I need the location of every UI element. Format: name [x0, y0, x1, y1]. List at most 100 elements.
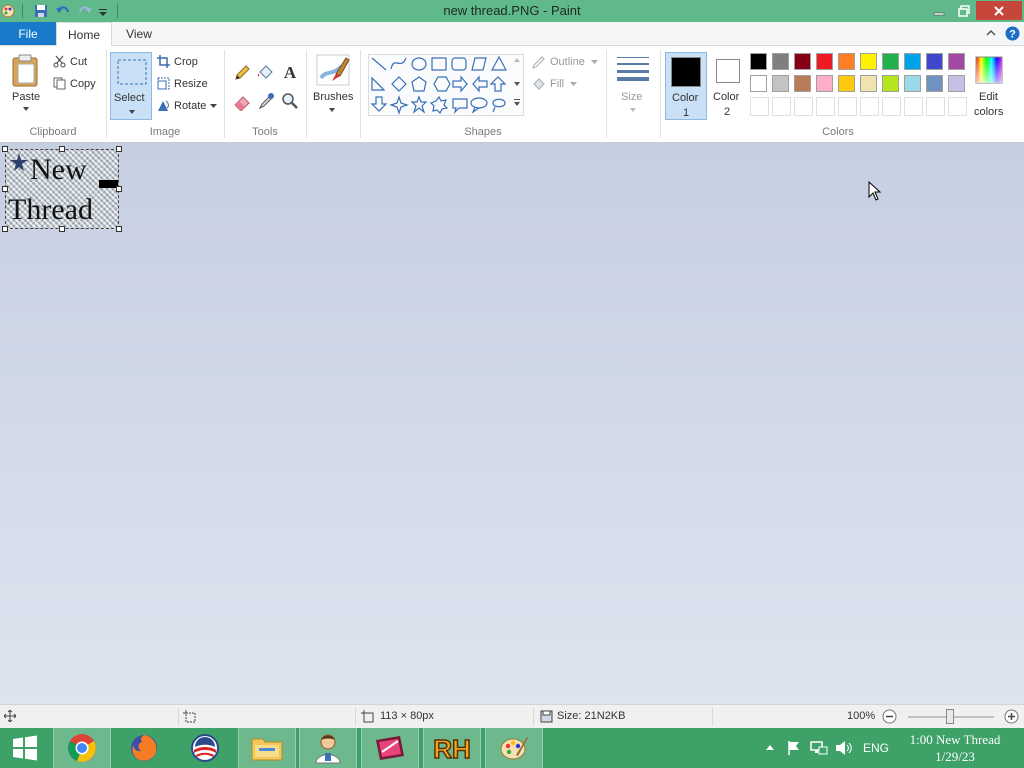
shapes-scroll-up-icon[interactable] [512, 56, 522, 64]
color-picker-icon[interactable] [258, 92, 276, 110]
color-swatch[interactable] [838, 53, 855, 70]
color-swatch[interactable] [860, 75, 877, 92]
eraser-icon[interactable] [233, 93, 251, 111]
custom-color-slot[interactable] [882, 97, 901, 116]
color-swatch[interactable] [750, 75, 767, 92]
color-swatch[interactable] [750, 53, 767, 70]
zoom-slider-thumb[interactable] [946, 709, 954, 724]
language-indicator[interactable]: ENG [863, 741, 889, 755]
color-swatch[interactable] [772, 53, 789, 70]
color-swatch[interactable] [772, 75, 789, 92]
rotate-icon[interactable] [157, 99, 170, 112]
tab-home[interactable]: Home [56, 22, 112, 46]
color-swatch[interactable] [882, 75, 899, 92]
copy-icon[interactable] [53, 77, 66, 90]
outline-icon[interactable] [531, 55, 546, 70]
select-button[interactable]: Select [110, 52, 152, 120]
paste-icon[interactable] [10, 54, 42, 88]
resize-handle[interactable] [116, 186, 122, 192]
obama-taskbar-icon[interactable] [176, 728, 234, 768]
custom-color-slot[interactable] [904, 97, 923, 116]
brushes-icon[interactable] [316, 54, 350, 86]
rotate-button[interactable]: Rotate [174, 100, 206, 112]
color-swatch[interactable] [948, 75, 965, 92]
user-app-taskbar-icon[interactable] [299, 728, 357, 768]
magnifier-icon[interactable] [281, 92, 299, 110]
close-button[interactable] [976, 1, 1022, 20]
outline-dropdown-icon[interactable] [591, 60, 598, 65]
action-center-flag-icon[interactable] [786, 740, 802, 756]
clock-date[interactable]: 1/29/23 [900, 749, 1010, 765]
color-swatch[interactable] [794, 75, 811, 92]
resize-handle[interactable] [116, 226, 122, 232]
resize-handle[interactable] [59, 226, 65, 232]
paste-dropdown-icon[interactable] [22, 106, 30, 112]
custom-color-slot[interactable] [794, 97, 813, 116]
brushes-button[interactable]: Brushes [313, 91, 353, 103]
color-swatch[interactable] [838, 75, 855, 92]
custom-color-slot[interactable] [860, 97, 879, 116]
resize-handle[interactable] [2, 186, 8, 192]
brushes-dropdown-icon[interactable] [328, 107, 336, 113]
tab-view[interactable]: View [116, 22, 162, 46]
edit-colors-label-b[interactable]: colors [974, 106, 1003, 118]
minimize-ribbon-icon[interactable] [985, 27, 997, 39]
custom-color-slot[interactable] [750, 97, 769, 116]
clock-time[interactable]: 1:00 New Thread [900, 732, 1010, 748]
size-icon[interactable] [616, 56, 650, 82]
cut-button[interactable]: Cut [70, 56, 87, 68]
resize-handle[interactable] [2, 226, 8, 232]
color-swatch[interactable] [904, 75, 921, 92]
shapes-scroll-down-icon[interactable] [512, 80, 522, 88]
zoom-in-icon[interactable] [1004, 709, 1019, 724]
custom-color-slot[interactable] [838, 97, 857, 116]
network-icon[interactable] [810, 740, 828, 756]
custom-color-slot[interactable] [772, 97, 791, 116]
tab-file[interactable]: File [0, 22, 56, 45]
crop-icon[interactable] [157, 55, 170, 68]
custom-color-slot[interactable] [926, 97, 945, 116]
fill-bucket-icon[interactable] [256, 64, 274, 82]
color-swatch[interactable] [948, 53, 965, 70]
fill-button[interactable]: Fill [550, 78, 564, 90]
shapes-more-icon[interactable] [512, 98, 522, 108]
zoom-out-icon[interactable] [882, 709, 897, 724]
color2-button[interactable]: Color 2 [707, 52, 749, 120]
paint-taskbar-icon[interactable] [485, 728, 543, 768]
start-button[interactable] [0, 728, 50, 768]
resize-button[interactable]: Resize [174, 78, 208, 90]
size-dropdown-icon[interactable] [629, 107, 637, 113]
edit-colors-icon[interactable] [975, 56, 1003, 84]
copy-button[interactable]: Copy [70, 78, 96, 90]
text-tool-icon[interactable]: A [281, 63, 299, 81]
crop-button[interactable]: Crop [174, 56, 198, 68]
file-explorer-taskbar-icon[interactable] [238, 728, 296, 768]
resize-handle[interactable] [2, 146, 8, 152]
firefox-taskbar-icon[interactable] [115, 728, 173, 768]
custom-color-slot[interactable] [948, 97, 967, 116]
resize-handle[interactable] [116, 146, 122, 152]
color-swatch[interactable] [882, 53, 899, 70]
color1-button[interactable]: Color 1 [665, 52, 707, 120]
color-swatch[interactable] [794, 53, 811, 70]
show-hidden-icons-icon[interactable] [765, 743, 775, 751]
color-swatch[interactable] [860, 53, 877, 70]
chrome-taskbar-icon[interactable] [53, 728, 111, 768]
color-swatch[interactable] [926, 53, 943, 70]
paste-button[interactable]: Paste [12, 91, 40, 103]
custom-color-slot[interactable] [816, 97, 835, 116]
maximize-button[interactable] [951, 1, 977, 20]
pencil-icon[interactable] [233, 64, 251, 82]
rotate-dropdown-icon[interactable] [210, 104, 217, 109]
outline-button[interactable]: Outline [550, 56, 585, 68]
minimize-button[interactable] [926, 1, 952, 20]
media-app-taskbar-icon[interactable] [361, 728, 419, 768]
resize-icon[interactable] [157, 77, 170, 90]
help-icon[interactable]: ? [1005, 26, 1020, 41]
color-swatch[interactable] [926, 75, 943, 92]
rh-app-taskbar-icon[interactable]: RH [423, 728, 481, 768]
canvas-image[interactable]: New Thread [5, 149, 119, 229]
shapes-gallery[interactable] [368, 54, 524, 116]
canvas-area[interactable]: New Thread [0, 143, 1024, 704]
volume-icon[interactable] [835, 740, 853, 756]
